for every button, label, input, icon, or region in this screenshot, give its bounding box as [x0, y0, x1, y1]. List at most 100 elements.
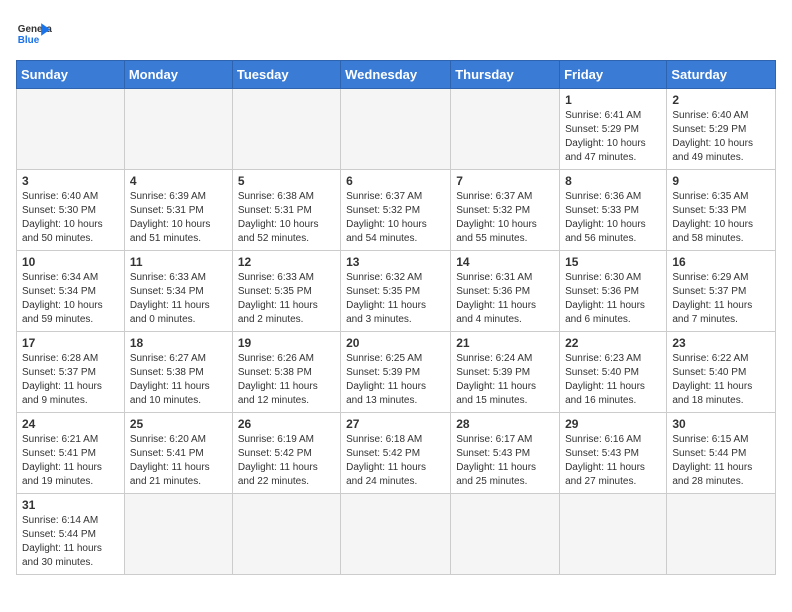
calendar-cell: 19Sunrise: 6:26 AM Sunset: 5:38 PM Dayli… [232, 332, 340, 413]
day-info: Sunrise: 6:29 AM Sunset: 5:37 PM Dayligh… [672, 271, 770, 327]
weekday-header-thursday: Thursday [451, 61, 560, 89]
calendar-cell: 10 Sunrise: 6:34 AM Sunset: 5:34 PM Dayli… [17, 251, 125, 332]
calendar-table: SundayMondayTuesdayWednesdayThursdayFrid… [16, 60, 776, 575]
day-info: Sunrise: 6:26 AM Sunset: 5:38 PM Dayligh… [238, 352, 335, 408]
day-info: Sunrise: 6:30 AM Sunset: 5:36 PM Dayligh… [565, 271, 661, 327]
day-info: Sunrise: 6:31 AM Sunset: 5:36 PM Dayligh… [456, 271, 554, 327]
day-number: 3 [22, 174, 119, 188]
day-number: 27 [346, 417, 445, 431]
calendar-cell: 28 Sunrise: 6:17 AM Sunset: 5:43 PM Dayli… [451, 413, 560, 494]
day-number: 12 [238, 255, 335, 269]
day-number: 9 [672, 174, 770, 188]
calendar-cell: 30 Sunrise: 6:15 AM Sunset: 5:44 PM Dayli… [667, 413, 776, 494]
day-info: Sunrise: 6:37 AM Sunset: 5:32 PM Dayligh… [346, 190, 445, 246]
day-number: 24 [22, 417, 119, 431]
page-header: General Blue [16, 16, 776, 52]
weekday-header-wednesday: Wednesday [341, 61, 451, 89]
day-info: Sunrise: 6:20 AM Sunset: 5:41 PM Dayligh… [130, 433, 227, 489]
day-number: 28 [456, 417, 554, 431]
day-info: Sunrise: 6:25 AM Sunset: 5:39 PM Dayligh… [346, 352, 445, 408]
day-number: 4 [130, 174, 227, 188]
calendar-cell [451, 494, 560, 575]
calendar-cell [232, 494, 340, 575]
calendar-week-4: 24 Sunrise: 6:21 AM Sunset: 5:41 PM Dayli… [17, 413, 776, 494]
calendar-cell [341, 494, 451, 575]
day-info: Sunrise: 6:15 AM Sunset: 5:44 PM Dayligh… [672, 433, 770, 489]
calendar-cell [341, 89, 451, 170]
calendar-cell: 16Sunrise: 6:29 AM Sunset: 5:37 PM Dayli… [667, 251, 776, 332]
day-info: Sunrise: 6:28 AM Sunset: 5:37 PM Dayligh… [22, 352, 119, 408]
svg-text:Blue: Blue [18, 35, 40, 46]
weekday-header-tuesday: Tuesday [232, 61, 340, 89]
calendar-cell: 4 Sunrise: 6:39 AM Sunset: 5:31 PM Daylig… [124, 170, 232, 251]
day-info: Sunrise: 6:39 AM Sunset: 5:31 PM Dayligh… [130, 190, 227, 246]
calendar-week-3: 17 Sunrise: 6:28 AM Sunset: 5:37 PM Dayli… [17, 332, 776, 413]
logo: General Blue [16, 16, 52, 52]
day-info: Sunrise: 6:24 AM Sunset: 5:39 PM Dayligh… [456, 352, 554, 408]
calendar-cell: 12 Sunrise: 6:33 AM Sunset: 5:35 PM Dayli… [232, 251, 340, 332]
weekday-row: SundayMondayTuesdayWednesdayThursdayFrid… [17, 61, 776, 89]
weekday-header-monday: Monday [124, 61, 232, 89]
day-info: Sunrise: 6:27 AM Sunset: 5:38 PM Dayligh… [130, 352, 227, 408]
day-number: 25 [130, 417, 227, 431]
calendar-cell: 1 Sunrise: 6:41 AM Sunset: 5:29 PM Daylig… [560, 89, 667, 170]
day-info: Sunrise: 6:22 AM Sunset: 5:40 PM Dayligh… [672, 352, 770, 408]
day-info: Sunrise: 6:23 AM Sunset: 5:40 PM Dayligh… [565, 352, 661, 408]
calendar-cell: 29Sunrise: 6:16 AM Sunset: 5:43 PM Dayli… [560, 413, 667, 494]
calendar-cell: 27Sunrise: 6:18 AM Sunset: 5:42 PM Dayli… [341, 413, 451, 494]
calendar-cell: 17 Sunrise: 6:28 AM Sunset: 5:37 PM Dayli… [17, 332, 125, 413]
calendar-cell: 24 Sunrise: 6:21 AM Sunset: 5:41 PM Dayli… [17, 413, 125, 494]
day-number: 5 [238, 174, 335, 188]
calendar-cell: 2Sunrise: 6:40 AM Sunset: 5:29 PM Daylig… [667, 89, 776, 170]
calendar-cell: 21 Sunrise: 6:24 AM Sunset: 5:39 PM Dayli… [451, 332, 560, 413]
day-info: Sunrise: 6:21 AM Sunset: 5:41 PM Dayligh… [22, 433, 119, 489]
day-number: 23 [672, 336, 770, 350]
calendar-cell: 25 Sunrise: 6:20 AM Sunset: 5:41 PM Dayli… [124, 413, 232, 494]
weekday-header-saturday: Saturday [667, 61, 776, 89]
calendar-week-1: 3Sunrise: 6:40 AM Sunset: 5:30 PM Daylig… [17, 170, 776, 251]
calendar-cell: 20 Sunrise: 6:25 AM Sunset: 5:39 PM Dayli… [341, 332, 451, 413]
calendar-week-5: 31Sunrise: 6:14 AM Sunset: 5:44 PM Dayli… [17, 494, 776, 575]
calendar-cell [124, 494, 232, 575]
day-number: 10 [22, 255, 119, 269]
day-number: 2 [672, 93, 770, 107]
day-info: Sunrise: 6:38 AM Sunset: 5:31 PM Dayligh… [238, 190, 335, 246]
day-number: 20 [346, 336, 445, 350]
day-number: 21 [456, 336, 554, 350]
day-number: 18 [130, 336, 227, 350]
day-number: 6 [346, 174, 445, 188]
day-number: 31 [22, 498, 119, 512]
day-number: 15 [565, 255, 661, 269]
calendar-cell: 13Sunrise: 6:32 AM Sunset: 5:35 PM Dayli… [341, 251, 451, 332]
calendar-cell: 18 Sunrise: 6:27 AM Sunset: 5:38 PM Dayli… [124, 332, 232, 413]
day-number: 7 [456, 174, 554, 188]
calendar-cell: 22Sunrise: 6:23 AM Sunset: 5:40 PM Dayli… [560, 332, 667, 413]
calendar-cell: 5 Sunrise: 6:38 AM Sunset: 5:31 PM Daylig… [232, 170, 340, 251]
calendar-week-2: 10 Sunrise: 6:34 AM Sunset: 5:34 PM Dayli… [17, 251, 776, 332]
calendar-header: SundayMondayTuesdayWednesdayThursdayFrid… [17, 61, 776, 89]
calendar-cell: 23 Sunrise: 6:22 AM Sunset: 5:40 PM Dayli… [667, 332, 776, 413]
day-info: Sunrise: 6:33 AM Sunset: 5:35 PM Dayligh… [238, 271, 335, 327]
day-number: 26 [238, 417, 335, 431]
calendar-cell: 9 Sunrise: 6:35 AM Sunset: 5:33 PM Daylig… [667, 170, 776, 251]
calendar-week-0: 1 Sunrise: 6:41 AM Sunset: 5:29 PM Daylig… [17, 89, 776, 170]
calendar-cell [451, 89, 560, 170]
calendar-cell: 7Sunrise: 6:37 AM Sunset: 5:32 PM Daylig… [451, 170, 560, 251]
day-number: 30 [672, 417, 770, 431]
day-info: Sunrise: 6:35 AM Sunset: 5:33 PM Dayligh… [672, 190, 770, 246]
calendar-cell [232, 89, 340, 170]
calendar-cell [560, 494, 667, 575]
calendar-cell: 6 Sunrise: 6:37 AM Sunset: 5:32 PM Daylig… [341, 170, 451, 251]
day-info: Sunrise: 6:17 AM Sunset: 5:43 PM Dayligh… [456, 433, 554, 489]
day-number: 17 [22, 336, 119, 350]
generalblue-logo-icon: General Blue [16, 16, 52, 52]
day-number: 8 [565, 174, 661, 188]
day-number: 14 [456, 255, 554, 269]
day-number: 1 [565, 93, 661, 107]
calendar-cell [667, 494, 776, 575]
day-info: Sunrise: 6:34 AM Sunset: 5:34 PM Dayligh… [22, 271, 119, 327]
day-number: 13 [346, 255, 445, 269]
calendar-cell: 26Sunrise: 6:19 AM Sunset: 5:42 PM Dayli… [232, 413, 340, 494]
day-info: Sunrise: 6:36 AM Sunset: 5:33 PM Dayligh… [565, 190, 661, 246]
day-info: Sunrise: 6:41 AM Sunset: 5:29 PM Dayligh… [565, 109, 661, 165]
